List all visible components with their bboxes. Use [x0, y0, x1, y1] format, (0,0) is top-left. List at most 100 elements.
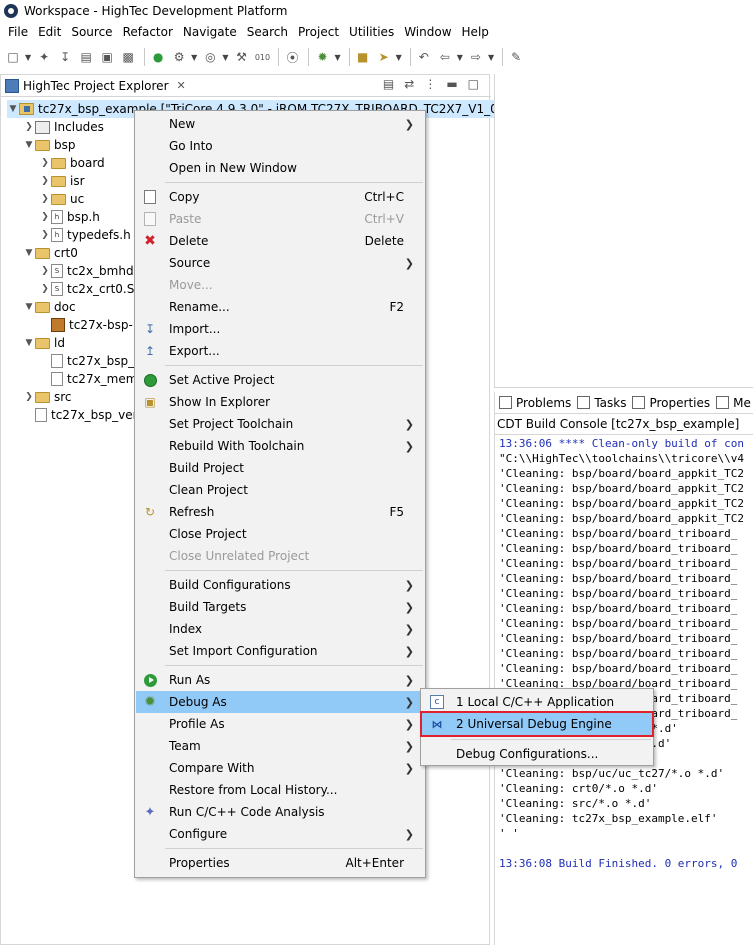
- new-dropdown-icon[interactable]: ▼: [25, 53, 31, 62]
- menu-item-export[interactable]: ↥ Export...: [136, 340, 424, 362]
- chevron-right-icon[interactable]: ❯: [23, 392, 35, 402]
- menu-item-copy[interactable]: Copy Ctrl+C: [136, 186, 424, 208]
- open-folder-icon[interactable]: ■: [354, 48, 372, 66]
- chevron-right-icon[interactable]: ❯: [23, 122, 35, 132]
- tree-item[interactable]: ❯ h typedefs.h: [39, 226, 131, 244]
- launch-dropdown-icon[interactable]: ▼: [396, 53, 402, 62]
- back-icon[interactable]: ⇦: [436, 48, 454, 66]
- menu-item-run-as[interactable]: Run As ❯: [136, 669, 424, 691]
- menu-item-rename[interactable]: Rename... F2: [136, 296, 424, 318]
- chevron-down-icon[interactable]: ▼: [23, 338, 35, 348]
- view-menu-icon[interactable]: ⋮: [424, 77, 436, 91]
- menu-item-properties[interactable]: Properties Alt+Enter: [136, 852, 424, 874]
- debug-icon[interactable]: ✹: [313, 48, 331, 66]
- build-dropdown-icon[interactable]: ▼: [191, 53, 197, 62]
- link-with-editor-icon[interactable]: ⇄: [404, 77, 414, 91]
- chevron-right-icon[interactable]: ❯: [39, 284, 51, 294]
- menu-navigate[interactable]: Navigate: [178, 25, 242, 39]
- menu-item-team[interactable]: Team ❯: [136, 735, 424, 757]
- submenu-item-1-local-c-c-application[interactable]: c 1 Local C/C++ Application: [422, 691, 652, 713]
- menu-item-set-project-toolchain[interactable]: Set Project Toolchain ❯: [136, 413, 424, 435]
- menu-item-refresh[interactable]: ↻ Refresh F5: [136, 501, 424, 523]
- submenu-item-2-universal-debug-engine[interactable]: ⋈ 2 Universal Debug Engine: [420, 711, 654, 737]
- chevron-down-icon[interactable]: ▼: [23, 140, 35, 150]
- tree-item[interactable]: ❯ Includes: [23, 118, 104, 136]
- forward-dropdown-icon[interactable]: ▼: [488, 53, 494, 62]
- project-explorer-tab[interactable]: HighTec Project Explorer ✕ ▤ ⇄ ⋮ ▬ □: [1, 75, 491, 97]
- import-icon[interactable]: ↧: [56, 48, 74, 66]
- menu-item-rebuild-with-toolchain[interactable]: Rebuild With Toolchain ❯: [136, 435, 424, 457]
- menu-item-build-project[interactable]: Build Project: [136, 457, 424, 479]
- chevron-right-icon[interactable]: ❯: [39, 230, 51, 240]
- tree-item[interactable]: ❯ Stc2x_crt0.S: [39, 280, 134, 298]
- pin-editor-icon[interactable]: ✎: [507, 48, 525, 66]
- menu-file[interactable]: File: [3, 25, 33, 39]
- tree-item[interactable]: ▼ ld: [23, 334, 65, 352]
- tree-item[interactable]: ▼ doc: [23, 298, 76, 316]
- chevron-down-icon[interactable]: ▼: [23, 248, 35, 258]
- tool-icon[interactable]: ⚒: [232, 48, 250, 66]
- tree-item[interactable]: ❯ h bsp.h: [39, 208, 100, 226]
- chevron-right-icon[interactable]: ❯: [39, 176, 51, 186]
- menu-project[interactable]: Project: [293, 25, 344, 39]
- tab-problems[interactable]: Problems: [499, 396, 571, 410]
- compass-icon[interactable]: ⦿: [283, 48, 301, 66]
- menu-window[interactable]: Window: [399, 25, 456, 39]
- menu-item-run-c-c-code-analysis[interactable]: ✦ Run C/C++ Code Analysis: [136, 801, 424, 823]
- tree-item[interactable]: ❯ uc: [39, 190, 84, 208]
- tree-item[interactable]: tc27x_bsp_ver: [23, 406, 138, 424]
- menu-utilities[interactable]: Utilities: [344, 25, 399, 39]
- build-icon[interactable]: ⚙: [170, 48, 188, 66]
- menu-item-profile-as[interactable]: Profile As ❯: [136, 713, 424, 735]
- chevron-down-icon[interactable]: ▼: [7, 104, 19, 114]
- target-dropdown-icon[interactable]: ▼: [222, 53, 228, 62]
- menu-item-clean-project[interactable]: Clean Project: [136, 479, 424, 501]
- menu-item-index[interactable]: Index ❯: [136, 618, 424, 640]
- menu-item-show-in-explorer[interactable]: ▣ Show In Explorer: [136, 391, 424, 413]
- menu-item-new[interactable]: New ❯: [136, 113, 424, 135]
- tree-item[interactable]: ▼ crt0: [23, 244, 78, 262]
- menu-item-open-in-new-window[interactable]: Open in New Window: [136, 157, 424, 179]
- binary-icon[interactable]: 010: [253, 48, 271, 66]
- launch-icon[interactable]: ➤: [375, 48, 393, 66]
- save-icon[interactable]: ▣: [98, 48, 116, 66]
- menu-item-import[interactable]: ↧ Import...: [136, 318, 424, 340]
- chevron-right-icon[interactable]: ❯: [39, 266, 51, 276]
- tree-item[interactable]: ❯ Stc2x_bmhd: [39, 262, 134, 280]
- collapse-all-icon[interactable]: ▤: [383, 77, 394, 91]
- menu-item-build-configurations[interactable]: Build Configurations ❯: [136, 574, 424, 596]
- forward-icon[interactable]: ⇨: [467, 48, 485, 66]
- tree-item[interactable]: tc27x_bsp_: [39, 352, 134, 370]
- tab-memory[interactable]: Me: [716, 396, 751, 410]
- menu-item-configure[interactable]: Configure ❯: [136, 823, 424, 845]
- minimize-icon[interactable]: ▬: [446, 77, 457, 91]
- save-all-icon[interactable]: ▩: [119, 48, 137, 66]
- submenu-item-debug-configurations[interactable]: Debug Configurations...: [422, 743, 652, 765]
- chevron-down-icon[interactable]: ▼: [23, 302, 35, 312]
- tab-properties[interactable]: Properties: [632, 396, 710, 410]
- menu-edit[interactable]: Edit: [33, 25, 66, 39]
- menu-source[interactable]: Source: [66, 25, 117, 39]
- tree-item[interactable]: ❯ isr: [39, 172, 84, 190]
- close-icon[interactable]: ✕: [177, 79, 186, 92]
- source-file-icon[interactable]: ▤: [77, 48, 95, 66]
- target-icon[interactable]: ◎: [201, 48, 219, 66]
- menu-item-close-project[interactable]: Close Project: [136, 523, 424, 545]
- last-edit-icon[interactable]: ↶: [415, 48, 433, 66]
- back-dropdown-icon[interactable]: ▼: [457, 53, 463, 62]
- menu-item-go-into[interactable]: Go Into: [136, 135, 424, 157]
- tree-item[interactable]: tc27x_mem: [39, 370, 137, 388]
- menu-item-build-targets[interactable]: Build Targets ❯: [136, 596, 424, 618]
- chevron-right-icon[interactable]: ❯: [39, 158, 51, 168]
- menu-item-delete[interactable]: ✖ Delete Delete: [136, 230, 424, 252]
- tree-item[interactable]: tc27x-bsp-: [39, 316, 133, 334]
- tree-item[interactable]: ❯ src: [23, 388, 71, 406]
- debug-dropdown-icon[interactable]: ▼: [334, 53, 340, 62]
- menu-item-source[interactable]: Source ❯: [136, 252, 424, 274]
- tab-tasks[interactable]: Tasks: [577, 396, 626, 410]
- menu-refactor[interactable]: Refactor: [118, 25, 178, 39]
- menu-item-set-active-project[interactable]: Set Active Project: [136, 369, 424, 391]
- menu-search[interactable]: Search: [242, 25, 293, 39]
- menu-item-compare-with[interactable]: Compare With ❯: [136, 757, 424, 779]
- run-icon[interactable]: ●: [149, 48, 167, 66]
